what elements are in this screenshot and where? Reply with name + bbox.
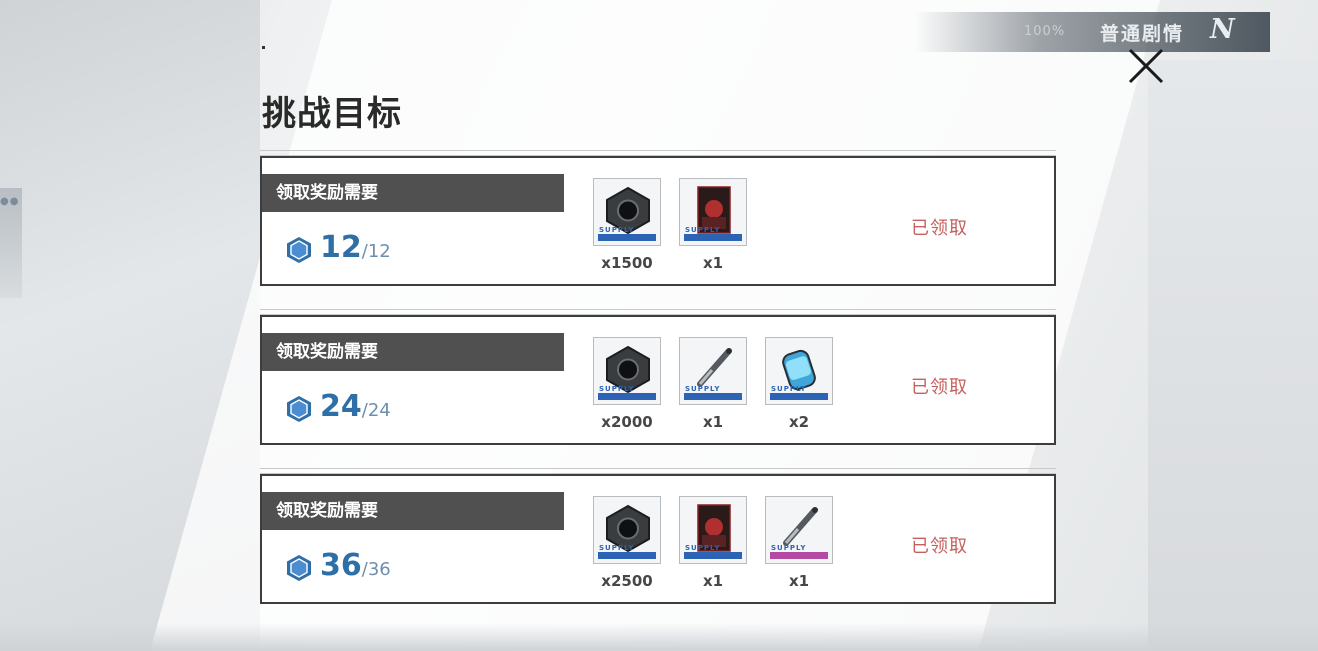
reward-icon-box: SUPPLY	[679, 496, 747, 564]
rarity-stripe	[770, 393, 828, 400]
supply-tag: SUPPLY	[599, 226, 635, 234]
progress-current: 24	[320, 389, 362, 424]
rarity-stripe	[770, 552, 828, 559]
rarity-stripe	[598, 234, 656, 241]
reward-count: x2	[788, 413, 810, 431]
reward-item[interactable]: SUPPLY x2000	[593, 337, 661, 431]
reward-item[interactable]: SUPPLY x2	[765, 337, 833, 431]
progress-current: 12	[320, 230, 362, 265]
rarity-stripe	[598, 552, 656, 559]
reward-icon-box: SUPPLY	[765, 337, 833, 405]
supply-tag: SUPPLY	[599, 544, 635, 552]
mode-letter: N	[1210, 14, 1235, 45]
mode-label: 普通剧情	[1100, 23, 1185, 45]
page-title: 挑战目标	[262, 94, 402, 134]
background-bottom	[0, 623, 1318, 651]
supply-tag: SUPPLY	[685, 385, 721, 393]
background-dots-icon: ●●	[0, 196, 20, 207]
background-right	[1148, 60, 1318, 651]
progress-required: 24	[367, 400, 391, 421]
close-icon	[1128, 48, 1164, 84]
rarity-stripe	[684, 393, 742, 400]
reward-icon-box: SUPPLY	[593, 337, 661, 405]
reward-count: x1	[702, 413, 724, 431]
supply-tag: SUPPLY	[771, 385, 807, 393]
requirement-label: 领取奖励需要	[262, 174, 564, 212]
reward-icon-box: SUPPLY	[679, 178, 747, 246]
claimed-status: 已领取	[911, 377, 968, 398]
claimed-status: 已领取	[911, 536, 968, 557]
decor-dot	[262, 46, 265, 49]
rarity-stripe	[684, 552, 742, 559]
reward-item[interactable]: SUPPLY x1	[679, 337, 747, 431]
reward-count: x1	[702, 254, 724, 272]
supply-tag: SUPPLY	[685, 544, 721, 552]
challenge-card: 领取奖励需要 36 / 36 SUPPLY x2500 SUPPLY x1 SU…	[260, 468, 1056, 604]
challenge-card: 领取奖励需要 24 / 24 SUPPLY x2000 SUPPLY x1 SU…	[260, 309, 1056, 445]
claimed-status: 已领取	[911, 218, 968, 239]
progress-current: 36	[320, 548, 362, 583]
progress-counter: 12 / 12	[286, 230, 391, 270]
reward-count: x2500	[601, 572, 653, 590]
reward-item[interactable]: SUPPLY x2500	[593, 496, 661, 590]
requirement-label: 领取奖励需要	[262, 333, 564, 371]
close-button[interactable]	[1124, 44, 1168, 88]
hexagon-icon	[287, 555, 311, 581]
reward-item[interactable]: SUPPLY x1	[679, 496, 747, 590]
reward-count: x1	[702, 572, 724, 590]
supply-tag: SUPPLY	[685, 226, 721, 234]
supply-tag: SUPPLY	[599, 385, 635, 393]
reward-icon-box: SUPPLY	[679, 337, 747, 405]
challenge-card: 领取奖励需要 12 / 12 SUPPLY x1500 SUPPLY x1 已领…	[260, 150, 1056, 286]
mode-progress: 100%	[1024, 24, 1066, 39]
reward-count: x2000	[601, 413, 653, 431]
reward-item[interactable]: SUPPLY x1500	[593, 178, 661, 272]
reward-item[interactable]: SUPPLY x1	[679, 178, 747, 272]
progress-counter: 36 / 36	[286, 548, 391, 588]
progress-required: 12	[367, 241, 391, 262]
background-left	[0, 0, 260, 651]
requirement-label: 领取奖励需要	[262, 492, 564, 530]
supply-tag: SUPPLY	[771, 544, 807, 552]
rarity-stripe	[598, 393, 656, 400]
reward-icon-box: SUPPLY	[593, 496, 661, 564]
reward-icon-box: SUPPLY	[765, 496, 833, 564]
reward-count: x1500	[601, 254, 653, 272]
rarity-stripe	[684, 234, 742, 241]
reward-item[interactable]: SUPPLY x1	[765, 496, 833, 590]
hexagon-icon	[287, 237, 311, 263]
reward-count: x1	[788, 572, 810, 590]
progress-counter: 24 / 24	[286, 389, 391, 429]
progress-required: 36	[367, 559, 391, 580]
reward-icon-box: SUPPLY	[593, 178, 661, 246]
hexagon-icon	[287, 396, 311, 422]
